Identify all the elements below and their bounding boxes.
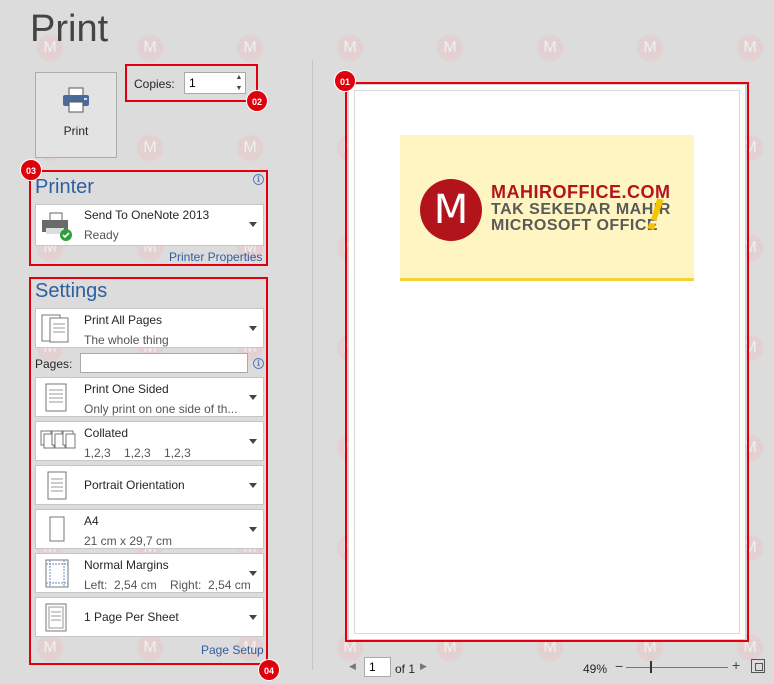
previous-page-icon[interactable]: ◀ (349, 661, 356, 672)
printer-icon (63, 87, 89, 113)
paper-size-icon (49, 516, 65, 542)
margins-icon (45, 559, 69, 588)
watermark-logo-icon: M (537, 35, 563, 61)
collation-desc: 1,2,3 1,2,3 1,2,3 (84, 446, 191, 460)
collated-icon (40, 430, 76, 449)
zoom-to-page-icon[interactable] (751, 659, 765, 673)
zoom-out-icon[interactable]: − (615, 658, 623, 674)
zoom-slider[interactable] (626, 667, 728, 668)
sides-title: Print One Sided (84, 382, 169, 396)
print-range-desc: The whole thing (84, 333, 169, 347)
spin-down-icon[interactable]: ▼ (232, 83, 246, 94)
chevron-down-icon (249, 222, 257, 227)
pages-label: Pages: (35, 357, 73, 371)
chevron-down-icon (249, 527, 257, 532)
printer-status: Ready (84, 228, 119, 242)
print-button[interactable]: Print (35, 72, 117, 158)
watermark-logo-icon: M (637, 35, 663, 61)
sides-desc: Only print on one side of th... (84, 402, 238, 416)
pages-per-sheet-icon (45, 603, 67, 632)
orientation-title: Portrait Orientation (84, 478, 185, 492)
print-range-dropdown[interactable]: Print All Pages The whole thing (35, 308, 264, 348)
zoom-level: 49% (583, 662, 608, 676)
portrait-icon (47, 471, 67, 500)
watermark-logo-icon: M (737, 35, 763, 61)
callout-badge-01: 01 (334, 70, 356, 92)
zoom-in-icon[interactable]: + (732, 657, 740, 673)
chevron-down-icon (249, 395, 257, 400)
printer-info-icon[interactable]: i (253, 174, 264, 185)
collation-dropdown[interactable]: Collated 1,2,3 1,2,3 1,2,3 (35, 421, 264, 461)
copies-label: Copies: (134, 77, 175, 91)
orientation-dropdown[interactable]: Portrait Orientation (35, 465, 264, 505)
chevron-down-icon (249, 483, 257, 488)
pages-info-icon[interactable]: i (253, 358, 264, 369)
printer-name: Send To OneNote 2013 (84, 208, 210, 222)
page-setup-link[interactable]: Page Setup (201, 643, 264, 657)
watermark-logo-icon: M (437, 35, 463, 61)
margins-desc: Left: 2,54 cm Right: 2,54 cm (84, 578, 251, 592)
current-page-input[interactable] (364, 657, 391, 677)
printer-section-title: Printer (35, 176, 94, 198)
page-title: Print (30, 8, 109, 50)
chevron-down-icon (249, 571, 257, 576)
sides-dropdown[interactable]: Print One Sided Only print on one side o… (35, 377, 264, 417)
chevron-down-icon (249, 326, 257, 331)
print-button-label: Print (63, 124, 89, 138)
margins-dropdown[interactable]: Normal Margins Left: 2,54 cm Right: 2,54… (35, 553, 264, 593)
settings-section-title: Settings (35, 280, 108, 302)
print-range-title: Print All Pages (84, 313, 163, 327)
paper-size-title: A4 (84, 514, 99, 528)
watermark-logo-icon: M (337, 35, 363, 61)
pages-icon (41, 314, 69, 343)
pages-per-sheet-title: 1 Page Per Sheet (84, 610, 179, 624)
spin-up-icon[interactable]: ▲ (232, 72, 246, 83)
one-sided-icon (45, 383, 67, 412)
copies-spinner[interactable]: ▲ ▼ (232, 72, 246, 94)
printer-properties-link[interactable]: Printer Properties (169, 250, 262, 264)
page-count-label: of 1 (395, 662, 416, 676)
callout-badge-02: 02 (246, 90, 268, 112)
callout-badge-04: 04 (258, 659, 280, 681)
collation-title: Collated (84, 426, 129, 440)
paper-size-desc: 21 cm x 29,7 cm (84, 534, 173, 548)
paper-size-dropdown[interactable]: A4 21 cm x 29,7 cm (35, 509, 264, 549)
pages-per-sheet-dropdown[interactable]: 1 Page Per Sheet (35, 597, 264, 637)
printer-ready-icon (42, 212, 72, 241)
next-page-icon[interactable]: ▶ (420, 661, 427, 672)
print-settings-pane: Print Print Copies: ▲ ▼ 02 03 Printer i … (0, 0, 312, 684)
callout-box-preview (345, 82, 749, 642)
chevron-down-icon (249, 615, 257, 620)
margins-title: Normal Margins (84, 558, 169, 572)
zoom-slider-thumb[interactable] (650, 661, 652, 673)
pages-input[interactable] (80, 353, 248, 373)
chevron-down-icon (249, 439, 257, 444)
printer-dropdown[interactable]: Send To OneNote 2013 Ready (35, 204, 264, 246)
pane-divider (312, 60, 313, 670)
